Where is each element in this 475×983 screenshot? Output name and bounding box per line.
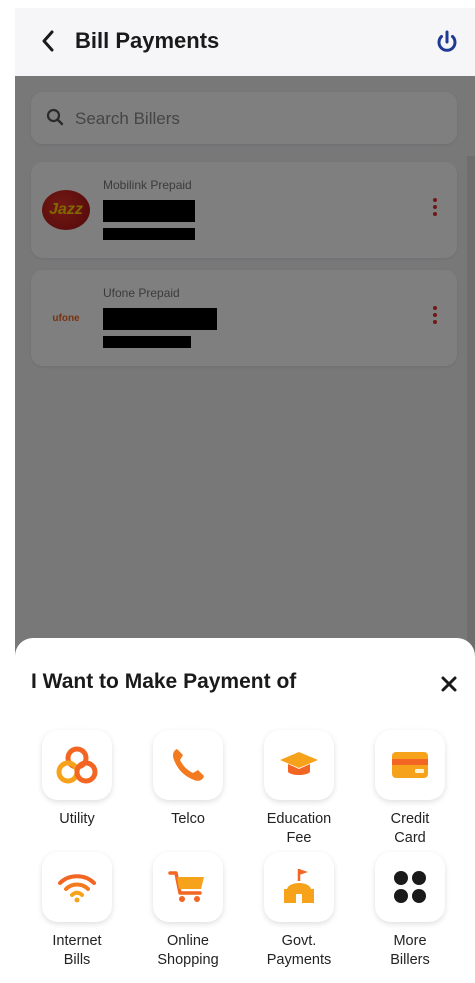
category-telco[interactable]: Telco — [133, 730, 243, 829]
power-logout-icon[interactable] — [433, 28, 461, 56]
category-label: Online Shopping — [157, 933, 219, 968]
category-online-shopping[interactable]: Online Shopping — [133, 852, 243, 970]
app-header: Bill Payments — [15, 8, 475, 76]
bill-payments-screen: Bill Payments Jazz Mobilink Prepaid — [15, 8, 475, 983]
category-label: Education Fee — [266, 811, 332, 846]
credit-card-icon — [375, 730, 445, 800]
sheet-title: I Want to Make Payment of — [31, 670, 297, 693]
phone-icon — [153, 730, 223, 800]
more-grid-icon — [375, 852, 445, 922]
category-label: Govt. Payments — [266, 933, 332, 968]
category-label: Telco — [171, 811, 205, 827]
category-govt-payments[interactable]: Govt. Payments — [244, 852, 354, 970]
category-internet-bills[interactable]: Internet Bills — [22, 852, 132, 970]
utility-icon — [42, 730, 112, 800]
category-education-fee[interactable]: Education Fee — [244, 730, 354, 848]
graduation-cap-icon — [264, 730, 334, 800]
category-credit-card[interactable]: Credit Card — [355, 730, 465, 848]
wifi-icon — [42, 852, 112, 922]
category-label: More Billers — [390, 933, 430, 968]
back-arrow-icon[interactable] — [35, 28, 61, 54]
category-label: Internet Bills — [52, 933, 102, 968]
category-label: Utility — [59, 811, 95, 827]
category-label: Credit Card — [390, 811, 430, 846]
government-building-icon — [264, 852, 334, 922]
page-title: Bill Payments — [75, 28, 220, 53]
category-more-billers[interactable]: More Billers — [355, 852, 465, 970]
shopping-cart-icon — [153, 852, 223, 922]
category-utility[interactable]: Utility — [22, 730, 132, 829]
close-icon[interactable] — [439, 674, 459, 694]
payment-category-sheet: I Want to Make Payment of Utility Telco … — [15, 638, 475, 983]
